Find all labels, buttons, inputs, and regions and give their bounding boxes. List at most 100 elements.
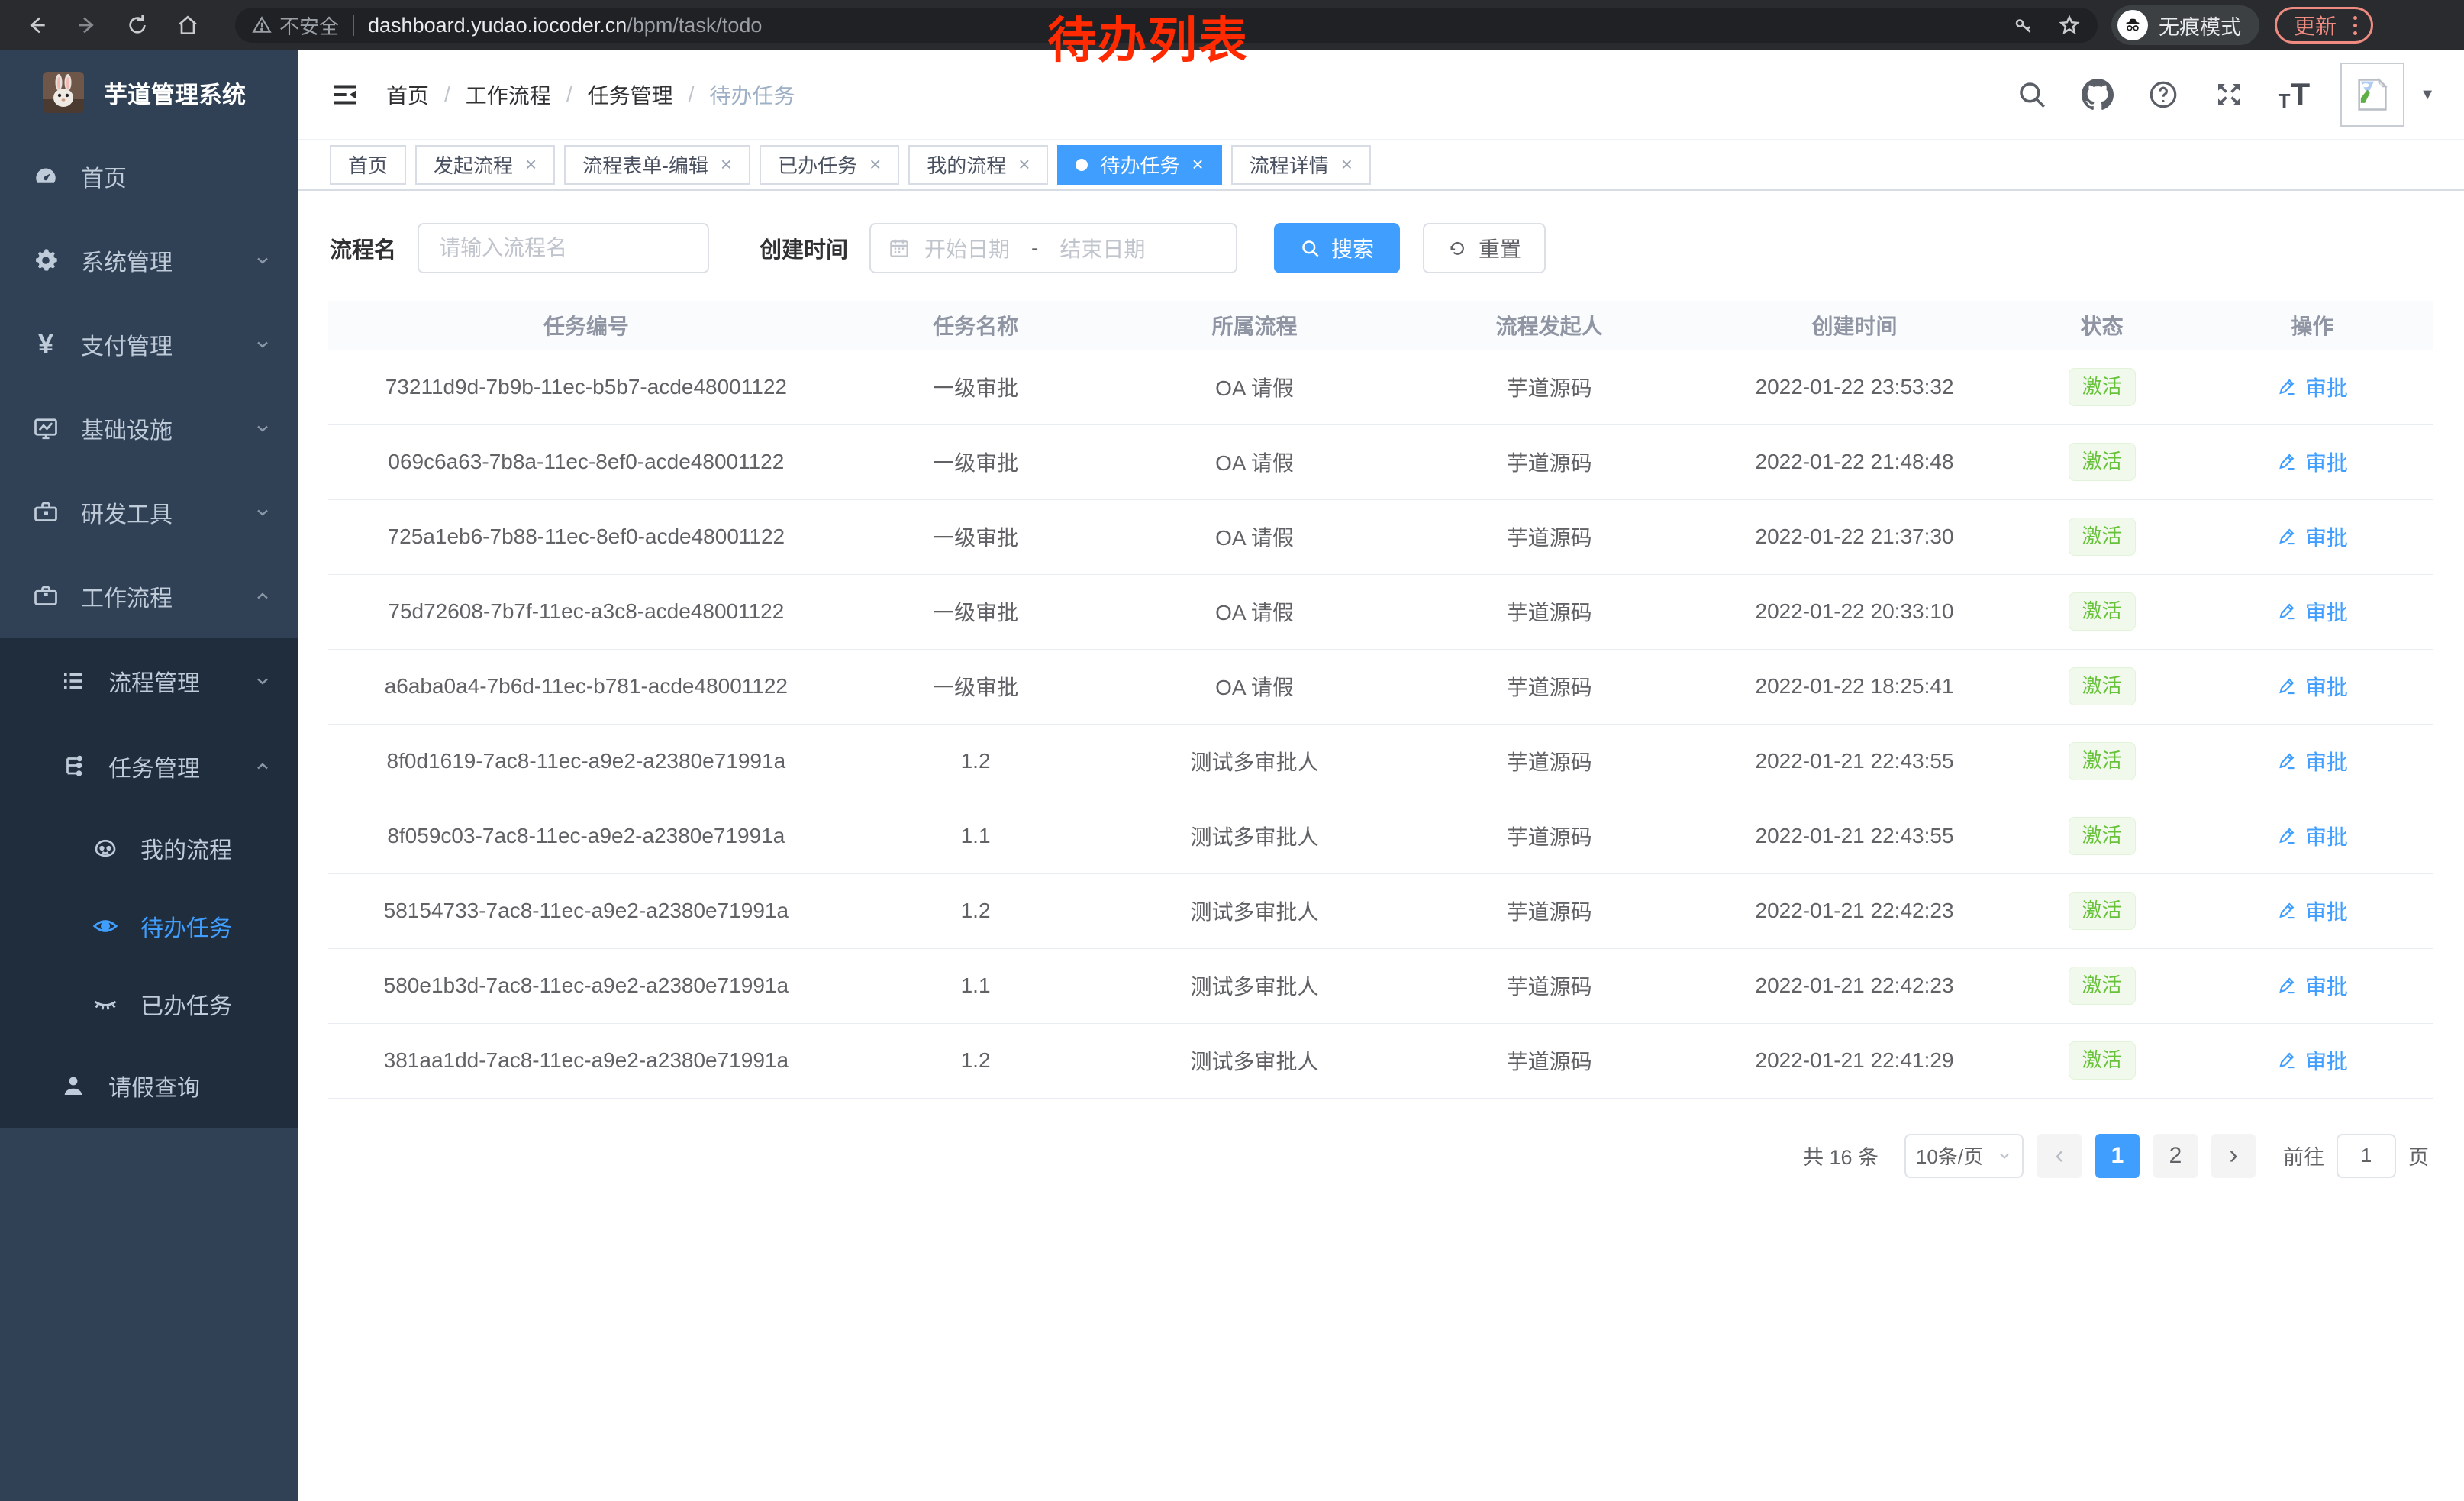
starter-cell: 芋道源码 <box>1402 574 1697 649</box>
app-title: 芋道管理系统 <box>104 76 246 110</box>
security-label: 不安全 <box>279 11 339 40</box>
chevron-down-icon <box>1997 1148 2012 1164</box>
breadcrumb-workflow[interactable]: 工作流程 <box>466 79 551 110</box>
starter-cell: 芋道源码 <box>1402 724 1697 799</box>
active-tab-dot <box>1076 159 1088 171</box>
update-label: 更新 <box>2294 10 2337 40</box>
table-row: 75d72608-7b7f-11ec-a3c8-acde48001122一级审批… <box>328 574 2433 649</box>
approve-link[interactable]: 审批 <box>2277 596 2348 627</box>
update-button[interactable]: 更新 <box>2275 7 2373 44</box>
calendar-icon <box>888 237 911 260</box>
page-button-2[interactable]: 2 <box>2153 1134 2198 1178</box>
fullscreen-icon[interactable] <box>2213 79 2245 111</box>
app-logo[interactable]: 芋道管理系统 <box>0 50 298 134</box>
breadcrumb-home[interactable]: 首页 <box>386 79 429 110</box>
sidebar-fold-icon[interactable] <box>330 79 360 110</box>
sidebar-item-工作流程[interactable]: 工作流程 <box>0 554 298 638</box>
back-icon[interactable] <box>20 8 53 42</box>
home-icon[interactable] <box>171 8 205 42</box>
tab-首页[interactable]: 首页 <box>330 145 406 185</box>
sidebar-item-流程管理[interactable]: 流程管理 <box>0 638 298 724</box>
search-icon[interactable] <box>2016 79 2048 111</box>
eyeclosed-icon <box>90 990 121 1018</box>
create-time-cell: 2022-01-21 22:41:29 <box>1697 1023 2013 1098</box>
approve-link[interactable]: 审批 <box>2277 970 2348 1001</box>
sidebar-item-待办任务[interactable]: 待办任务 <box>0 887 298 965</box>
incognito-badge: 无痕模式 <box>2111 5 2259 45</box>
search-button[interactable]: 搜索 <box>1274 223 1400 273</box>
process-name-input[interactable] <box>418 223 709 273</box>
table-row: a6aba0a4-7b6d-11ec-b781-acde48001122一级审批… <box>328 649 2433 724</box>
avatar-dropdown-caret[interactable]: ▼ <box>2420 86 2435 104</box>
approve-link[interactable]: 审批 <box>2277 671 2348 702</box>
warning-icon <box>252 15 272 35</box>
approve-link[interactable]: 审批 <box>2277 521 2348 552</box>
close-tab-icon[interactable]: × <box>525 153 537 176</box>
table-row: 069c6a63-7b8a-11ec-8ef0-acde48001122一级审批… <box>328 424 2433 499</box>
column-header: 状态 <box>2012 301 2191 350</box>
reload-icon[interactable] <box>121 8 154 42</box>
sidebar-item-支付管理[interactable]: ¥支付管理 <box>0 302 298 386</box>
sidebar-item-label: 首页 <box>81 160 127 193</box>
create-time-cell: 2022-01-21 22:42:23 <box>1697 948 2013 1023</box>
tab-流程表单-编辑[interactable]: 流程表单-编辑× <box>564 145 750 185</box>
status-badge: 激活 <box>2069 368 2136 406</box>
close-tab-icon[interactable]: × <box>721 153 732 176</box>
refresh-icon <box>1447 238 1468 259</box>
task-name-cell: 一级审批 <box>844 649 1108 724</box>
tab-我的流程[interactable]: 我的流程× <box>908 145 1048 185</box>
approve-link[interactable]: 审批 <box>2277 1045 2348 1076</box>
tab-流程详情[interactable]: 流程详情× <box>1231 145 1371 185</box>
status-cell: 激活 <box>2012 649 2191 724</box>
bookmark-star-icon[interactable] <box>2058 14 2081 37</box>
prev-page-button[interactable]: ‹ <box>2037 1134 2082 1178</box>
sidebar-item-首页[interactable]: 首页 <box>0 134 298 218</box>
tab-已办任务[interactable]: 已办任务× <box>760 145 899 185</box>
reset-button[interactable]: 重置 <box>1423 223 1546 273</box>
font-size-icon[interactable]: TT <box>2279 79 2311 111</box>
goto-page-input[interactable] <box>2337 1134 2396 1178</box>
column-header: 流程发起人 <box>1402 301 1697 350</box>
sidebar-item-已办任务[interactable]: 已办任务 <box>0 965 298 1043</box>
sidebar-item-研发工具[interactable]: 研发工具 <box>0 470 298 554</box>
sidebar-item-系统管理[interactable]: 系统管理 <box>0 218 298 302</box>
tab-label: 发起流程 <box>434 150 513 179</box>
approve-link[interactable]: 审批 <box>2277 372 2348 402</box>
close-tab-icon[interactable]: × <box>1192 153 1204 176</box>
tab-待办任务[interactable]: 待办任务× <box>1057 145 1221 185</box>
task-id-cell: a6aba0a4-7b6d-11ec-b781-acde48001122 <box>328 649 844 724</box>
status-cell: 激活 <box>2012 574 2191 649</box>
action-cell: 审批 <box>2191 350 2433 424</box>
approve-link[interactable]: 审批 <box>2277 447 2348 477</box>
close-tab-icon[interactable]: × <box>869 153 881 176</box>
help-icon[interactable] <box>2147 79 2179 111</box>
close-tab-icon[interactable]: × <box>1341 153 1353 176</box>
task-name-cell: 一级审批 <box>844 574 1108 649</box>
sidebar-item-基础设施[interactable]: 基础设施 <box>0 386 298 470</box>
starter-cell: 芋道源码 <box>1402 948 1697 1023</box>
page-size-select[interactable]: 10条/页 <box>1904 1134 2024 1178</box>
breadcrumb-task-mgmt[interactable]: 任务管理 <box>588 79 673 110</box>
approve-link[interactable]: 审批 <box>2277 821 2348 851</box>
sidebar-item-请假查询[interactable]: 请假查询 <box>0 1043 298 1128</box>
approve-link[interactable]: 审批 <box>2277 896 2348 926</box>
close-tab-icon[interactable]: × <box>1018 153 1030 176</box>
starter-cell: 芋道源码 <box>1402 799 1697 873</box>
tab-发起流程[interactable]: 发起流程 × <box>415 145 555 185</box>
gear-icon <box>31 247 61 274</box>
not-secure-warning[interactable]: 不安全 <box>252 11 339 40</box>
user-avatar[interactable] <box>2340 63 2404 127</box>
next-page-button[interactable]: › <box>2211 1134 2256 1178</box>
sidebar-item-任务管理[interactable]: 任务管理 <box>0 724 298 809</box>
status-badge: 激活 <box>2069 592 2136 631</box>
password-key-icon[interactable] <box>2012 14 2035 37</box>
date-range-picker[interactable]: 开始日期 - 结束日期 <box>869 223 1237 273</box>
approve-link[interactable]: 审批 <box>2277 746 2348 776</box>
action-cell: 审批 <box>2191 873 2433 948</box>
sidebar-item-我的流程[interactable]: 我的流程 <box>0 809 298 887</box>
github-icon[interactable] <box>2082 79 2114 111</box>
action-cell: 审批 <box>2191 948 2433 1023</box>
page-button-1[interactable]: 1 <box>2095 1134 2140 1178</box>
browser-menu-icon[interactable] <box>2349 16 2362 35</box>
forward-icon[interactable] <box>70 8 104 42</box>
